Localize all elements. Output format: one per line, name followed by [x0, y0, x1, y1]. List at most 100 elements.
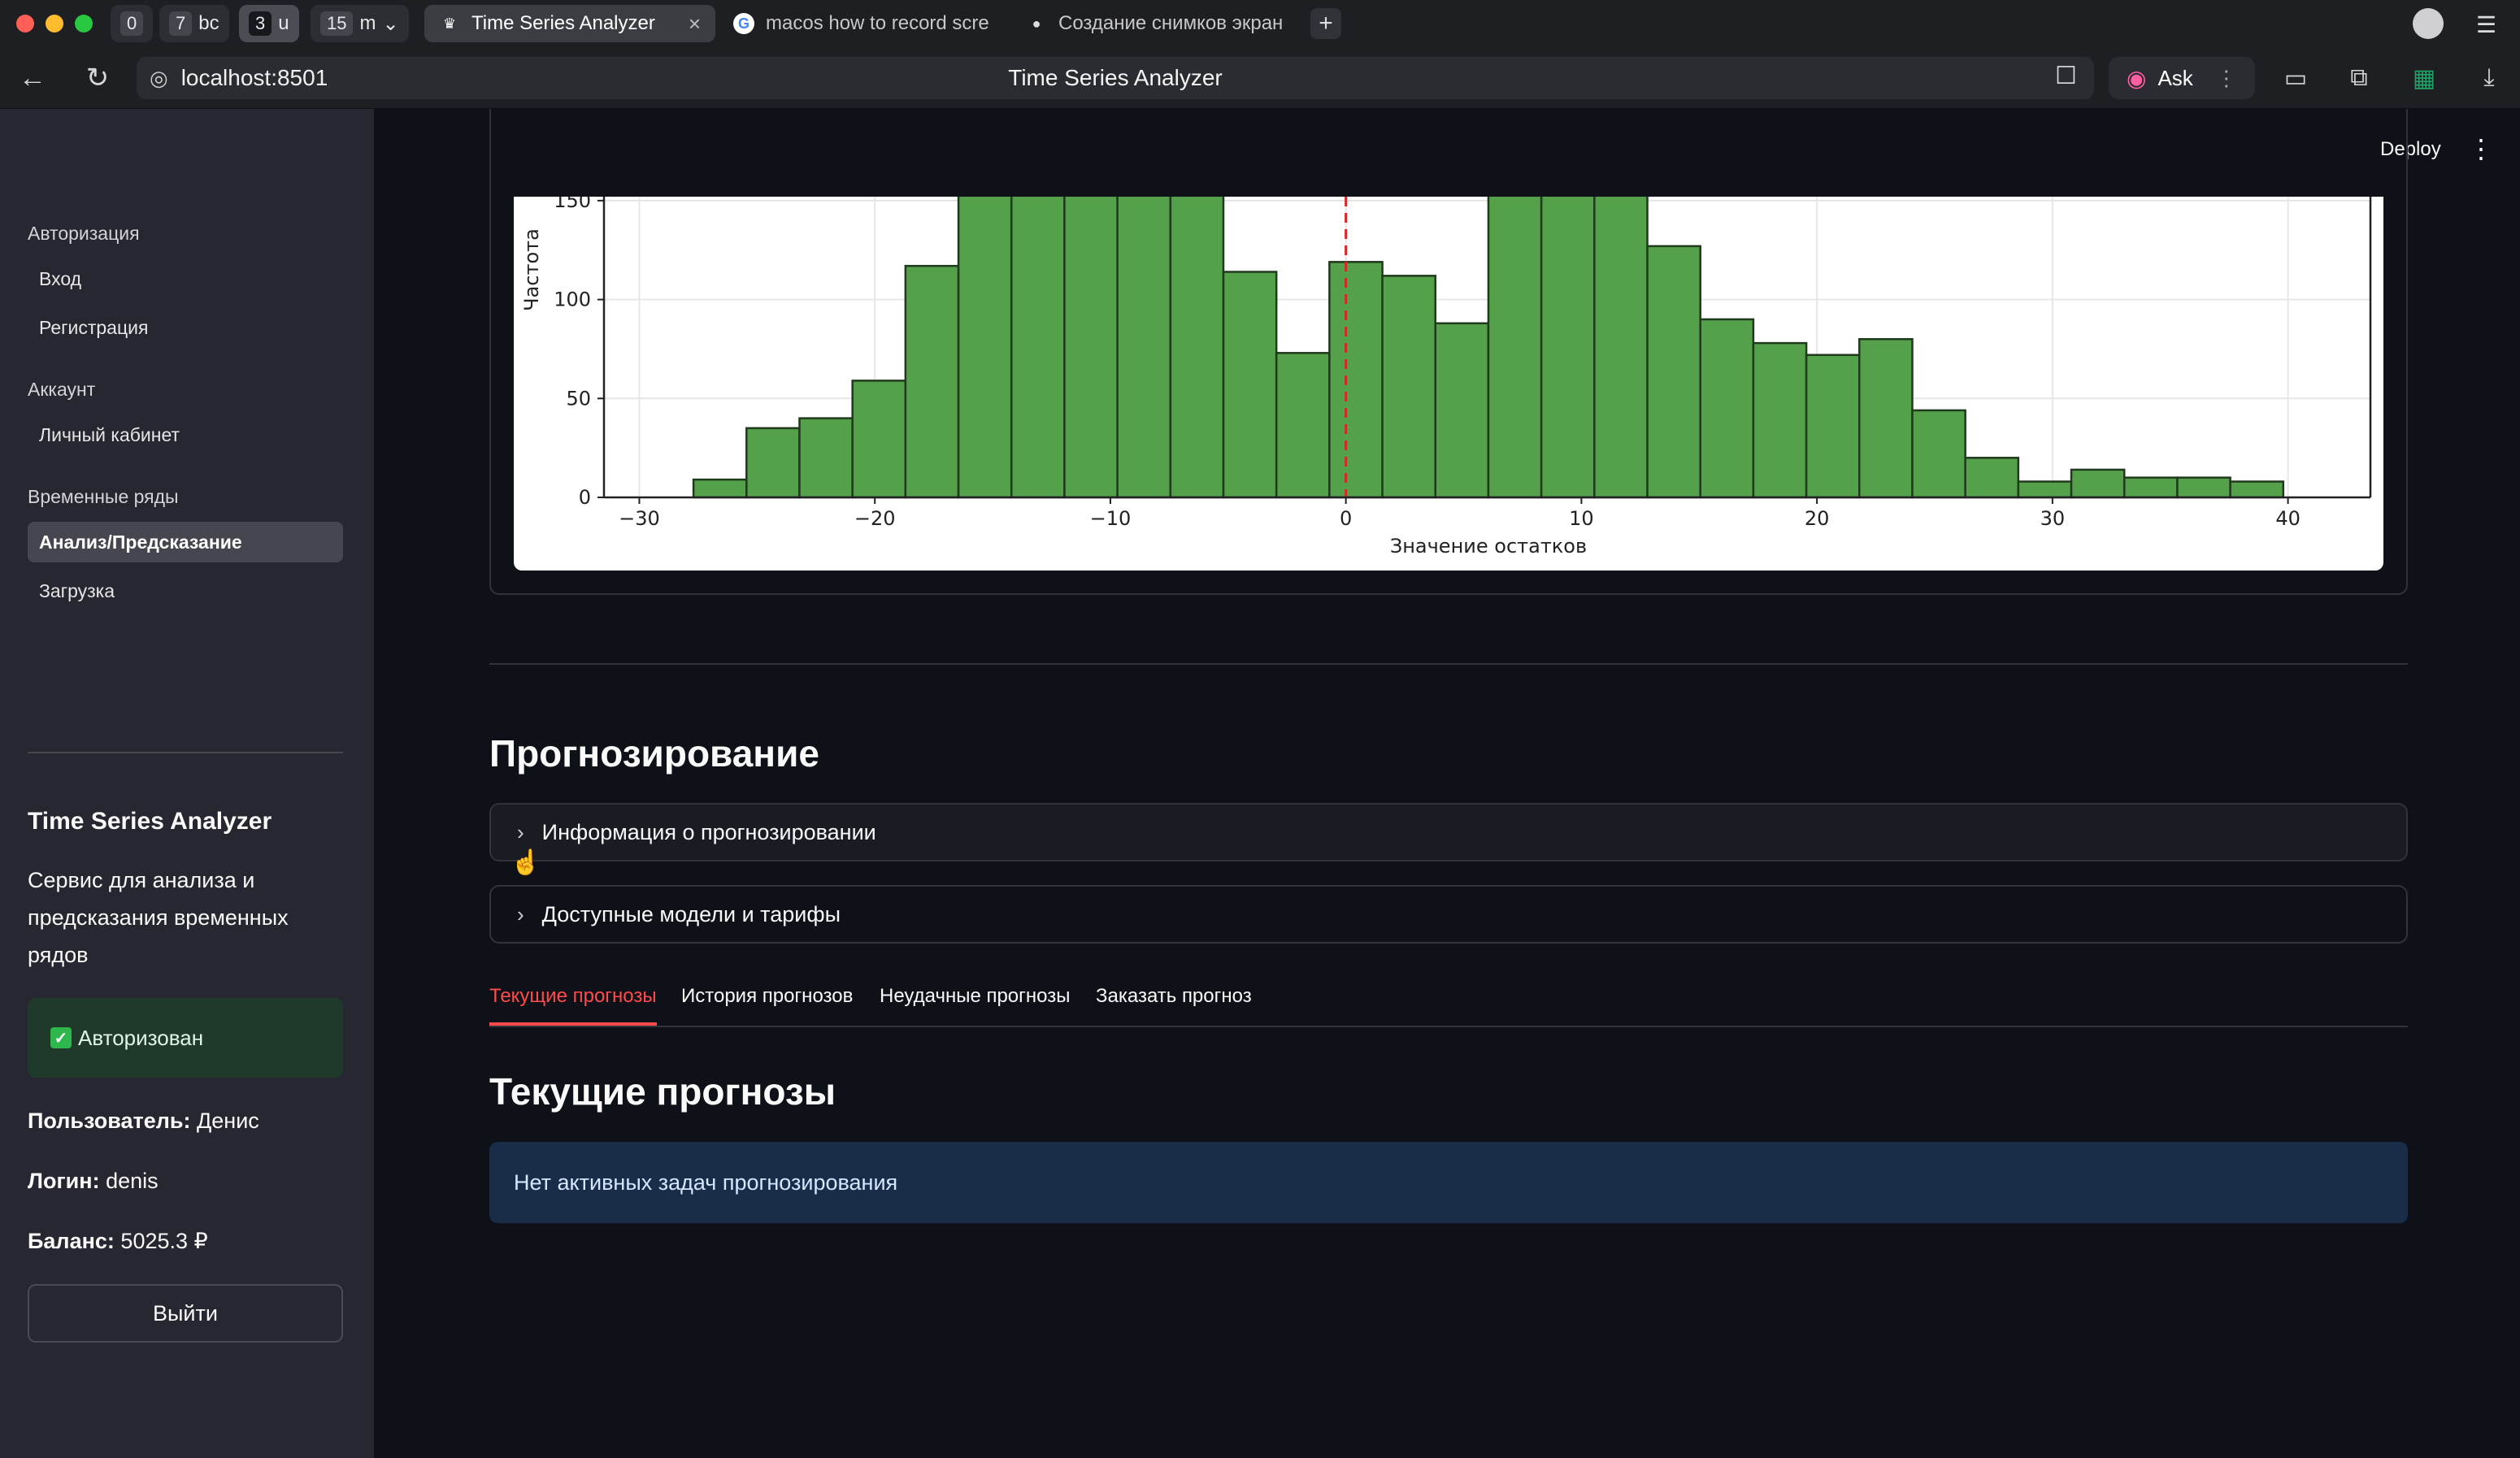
- tab-apple-support[interactable]: ● Создание снимков экран: [1011, 5, 1296, 42]
- tab-time-series-analyzer[interactable]: ♛ Time Series Analyzer ×: [424, 5, 715, 42]
- histogram-bar: [2070, 468, 2126, 499]
- balance-info: Баланс: 5025.3 ₽: [28, 1229, 208, 1254]
- new-tab-button[interactable]: +: [1310, 8, 1341, 39]
- expander-label: Доступные модели и тарифы: [541, 901, 841, 926]
- close-tab-icon[interactable]: ×: [689, 11, 701, 37]
- histogram-svg: −30 −20 −10 0 10 20 30 40 0 50 100 150 Частота Значен…: [520, 197, 2372, 558]
- tab-google-search[interactable]: G macos how to record scre: [719, 5, 1005, 42]
- login-value: denis: [106, 1169, 159, 1193]
- logout-button[interactable]: Выйти: [28, 1284, 343, 1343]
- tab-title: macos how to record scre: [766, 12, 989, 34]
- nav-item-profile[interactable]: Личный кабинет: [28, 414, 343, 455]
- active-tab-indicator: [489, 1022, 657, 1026]
- x-tick-label: −10: [1090, 507, 1132, 530]
- x-tick-label: −30: [619, 507, 660, 530]
- histogram-bar: [1593, 197, 1649, 499]
- more-icon[interactable]: ⋮: [2216, 66, 2237, 91]
- auth-status-box: ✓ Авторизован: [28, 998, 343, 1078]
- tab-title: Создание снимков экран: [1058, 12, 1284, 34]
- excel-extension-icon[interactable]: ▦: [2406, 60, 2442, 96]
- tab-group-0[interactable]: 0: [111, 5, 154, 42]
- sidebar-divider: [28, 752, 343, 753]
- y-axis-label: Частота: [520, 228, 543, 311]
- extensions-icon[interactable]: ⧉: [2341, 60, 2377, 96]
- forecast-section-title: Прогнозирование: [489, 732, 819, 775]
- downloads-icon[interactable]: ⤓: [2471, 60, 2507, 96]
- tab-group-2[interactable]: 3 u: [239, 5, 299, 42]
- histogram-bar: [1646, 245, 1701, 499]
- tab-group-count: 0: [120, 11, 144, 36]
- tab-group-1[interactable]: 7 bc: [159, 5, 229, 42]
- histogram-bar: [2229, 480, 2285, 499]
- histogram-bar: [1328, 261, 1384, 499]
- nav-item-login[interactable]: Вход: [28, 258, 343, 299]
- current-forecasts-title: Текущие прогнозы: [489, 1070, 836, 1113]
- sidebar-app-title: Time Series Analyzer: [28, 808, 272, 835]
- histogram-bar: [1275, 352, 1331, 499]
- histogram-bar: [1169, 197, 1225, 499]
- histogram-bar: [798, 417, 854, 499]
- histogram-bar: [1063, 197, 1119, 499]
- login-label: Логин:: [28, 1169, 100, 1193]
- nav-item-analysis[interactable]: Анализ/Предсказание: [28, 522, 343, 562]
- tab-current-forecasts[interactable]: Текущие прогнозы: [489, 985, 657, 1008]
- histogram-bar: [1964, 457, 2020, 499]
- nav-item-upload[interactable]: Загрузка: [28, 571, 343, 611]
- tab-group-3[interactable]: 15 m ⌄: [311, 5, 409, 42]
- browser-toolbar: ← ↻ ◎ localhost:8501 Time Series Analyze…: [0, 47, 2520, 109]
- ask-ai-icon: ◉: [2127, 65, 2147, 91]
- sidebar-toggle-icon[interactable]: ☰: [2476, 11, 2496, 38]
- histogram-bar: [2122, 476, 2179, 499]
- chevron-right-icon: ›: [517, 901, 524, 926]
- zoom-window-button[interactable]: [75, 15, 93, 33]
- x-tick-label: −20: [854, 507, 896, 530]
- histogram-bar: [1699, 318, 1755, 499]
- y-tick-label: 50: [566, 387, 591, 410]
- google-icon: G: [733, 13, 754, 34]
- tab-group-label: m: [359, 12, 376, 34]
- balance-label: Баланс:: [28, 1229, 115, 1253]
- y-tick-label: 100: [554, 289, 591, 311]
- close-window-button[interactable]: [16, 15, 34, 33]
- histogram-bar: [1805, 354, 1861, 499]
- histogram-bar: [1381, 275, 1437, 499]
- auth-status-text: Авторизован: [78, 1025, 204, 1050]
- profile-avatar[interactable]: [2413, 8, 2444, 39]
- expander-models-tariffs[interactable]: › Доступные модели и тарифы: [489, 885, 2408, 944]
- ask-label: Ask: [2157, 65, 2193, 90]
- streamlit-crown-icon: ♛: [442, 15, 457, 32]
- histogram-bar: [692, 478, 748, 499]
- address-bar[interactable]: ◎ localhost:8501 Time Series Analyzer: [137, 57, 2094, 99]
- histogram-bar: [745, 427, 801, 499]
- tab-order-forecast[interactable]: Заказать прогноз: [1096, 985, 1252, 1008]
- bookmark-icon[interactable]: ☐: [2055, 62, 2077, 90]
- y-tick-label: 150: [554, 197, 591, 212]
- back-arrow-icon[interactable]: ←: [15, 60, 50, 96]
- y-tick-label: 0: [579, 486, 591, 509]
- globe-icon: ◎: [150, 65, 168, 90]
- user-info: Пользователь: Денис: [28, 1109, 259, 1134]
- tab-group-label: bc: [198, 12, 219, 34]
- sidebar-app-description: Сервис для анализа и предсказания времен…: [28, 868, 289, 967]
- forecast-tabs: Текущие прогнозы История прогнозов Неуда…: [489, 975, 2408, 1027]
- histogram-bar: [1010, 197, 1066, 499]
- tab-group-count: 3: [249, 11, 272, 36]
- histogram-bar: [1540, 197, 1596, 499]
- tab-failed-forecasts[interactable]: Неудачные прогнозы: [880, 985, 1071, 1008]
- x-tick-label: 20: [1805, 507, 1830, 530]
- histogram-bar: [851, 380, 907, 499]
- minimize-window-button[interactable]: [46, 15, 63, 33]
- ask-button[interactable]: ◉ Ask ⋮: [2109, 57, 2255, 99]
- browser-tab-bar: 0 7 bc 3 u 15 m ⌄ ♛ Time Series Analyzer…: [0, 0, 2520, 47]
- reload-icon[interactable]: ↻: [80, 60, 115, 96]
- tab-group-count: 7: [169, 11, 193, 36]
- tab-forecast-history[interactable]: История прогнозов: [681, 985, 853, 1008]
- nav-item-register[interactable]: Регистрация: [28, 307, 343, 348]
- main-menu-icon[interactable]: ⋮: [2468, 133, 2494, 164]
- expander-forecast-info[interactable]: › Информация о прогнозировании: [489, 803, 2408, 861]
- tab-title: Time Series Analyzer: [471, 12, 655, 34]
- tab-group-count: 15: [320, 11, 354, 36]
- battery-icon[interactable]: ▭: [2278, 60, 2314, 96]
- residuals-histogram: −30 −20 −10 0 10 20 30 40 0 50 100 150 Частота Значен…: [514, 197, 2383, 571]
- x-tick-label: 30: [2040, 507, 2066, 530]
